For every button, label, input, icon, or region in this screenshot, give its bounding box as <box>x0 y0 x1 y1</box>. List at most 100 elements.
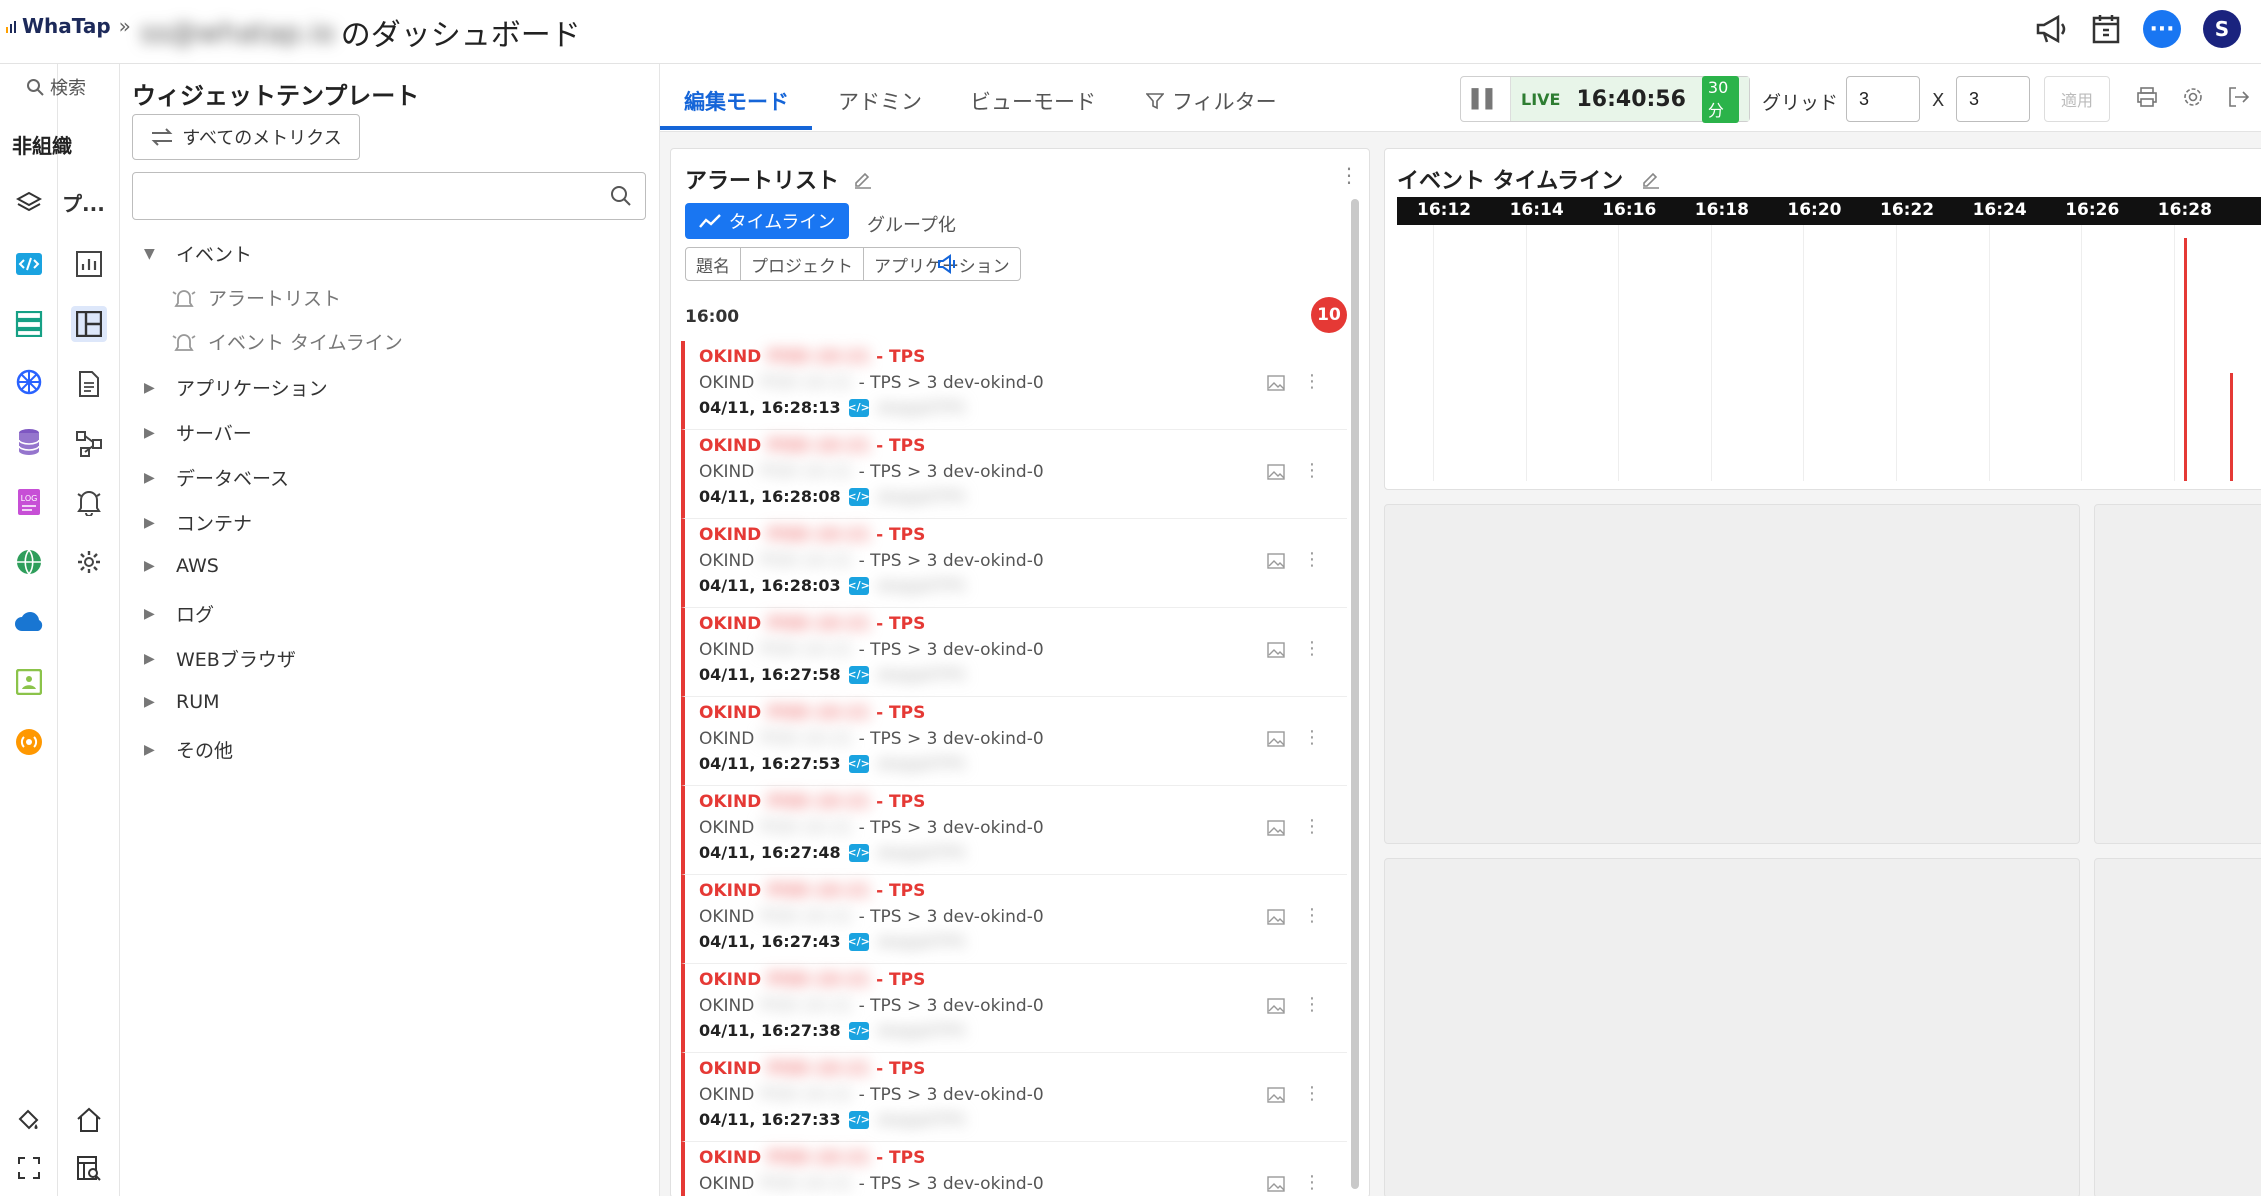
image-icon[interactable] <box>1267 1087 1285 1103</box>
image-icon[interactable] <box>1267 731 1285 747</box>
grid-cols-input[interactable] <box>1956 76 2030 122</box>
browser-monitor-icon[interactable] <box>11 664 47 700</box>
filter-title[interactable]: 題名 <box>686 248 741 280</box>
timeline-view-button[interactable]: タイムライン <box>685 203 849 239</box>
edit-pencil-icon[interactable] <box>853 169 873 189</box>
dashboard-layout-icon[interactable] <box>71 306 107 342</box>
empty-widget-slot[interactable] <box>1384 504 2080 844</box>
tree-item-aws[interactable]: ▶ AWS <box>144 555 219 577</box>
alert-item[interactable]: OKIND POD-10-21- TPS OKIND POD-10-21- TPS >… <box>681 875 1347 964</box>
tree-item-event-timeline[interactable]: イベント タイムライン <box>172 328 403 355</box>
user-avatar[interactable]: S <box>2203 10 2241 48</box>
alert-item[interactable]: OKIND POD-10-21- TPS OKIND POD-10-21- TPS >… <box>681 608 1347 697</box>
image-icon[interactable] <box>1267 909 1285 925</box>
log-icon[interactable]: LOG <box>11 484 47 520</box>
alert-item[interactable]: OKIND POD-10-21- TPS OKIND POD-10-21- TPS >… <box>681 1053 1347 1142</box>
chat-icon[interactable]: ··· <box>2143 10 2181 48</box>
alert-item[interactable]: OKIND POD-10-21- TPS OKIND POD-10-21- TPS >… <box>681 697 1347 786</box>
image-icon[interactable] <box>1267 375 1285 391</box>
chevron-double-right-icon[interactable]: » <box>119 14 131 38</box>
home-icon[interactable] <box>71 1102 107 1138</box>
empty-widget-slot[interactable] <box>1384 858 2080 1196</box>
project-selector[interactable]: プ... <box>16 188 105 217</box>
widget-menu-icon[interactable]: ⋮ <box>1339 163 1359 187</box>
apm-icon[interactable] <box>11 246 47 282</box>
image-icon[interactable] <box>1267 1176 1285 1192</box>
tree-item-alert-list[interactable]: アラートリスト <box>172 284 341 311</box>
alert-item-menu-icon[interactable]: ⋮ <box>1303 816 1321 837</box>
fullscreen-icon[interactable] <box>11 1150 47 1186</box>
alert-bell-icon[interactable] <box>71 484 107 520</box>
megaphone-icon[interactable] <box>2035 14 2069 44</box>
apply-button[interactable]: 適用 <box>2044 76 2110 122</box>
edit-pencil-icon[interactable] <box>1641 169 1661 189</box>
search-icon[interactable] <box>610 185 632 207</box>
whatap-logo[interactable]: WhaTap » <box>6 14 131 38</box>
calendar-icon[interactable] <box>2091 13 2121 45</box>
cloud-icon[interactable] <box>11 604 47 640</box>
grid-rows-input[interactable] <box>1846 76 1920 122</box>
kubernetes-icon[interactable] <box>11 364 47 400</box>
alert-item-menu-icon[interactable]: ⋮ <box>1303 994 1321 1015</box>
group-view-button[interactable]: グループ化 <box>867 211 956 237</box>
timeline-event-mark[interactable] <box>2183 237 2187 481</box>
server-icon[interactable] <box>11 306 47 342</box>
alert-item[interactable]: OKIND POD-10-21- TPS OKIND POD-10-21- TPS >… <box>681 519 1347 608</box>
alert-item-menu-icon[interactable]: ⋮ <box>1303 460 1321 481</box>
image-icon[interactable] <box>1267 642 1285 658</box>
alert-item[interactable]: OKIND POD-10-21- TPS OKIND POD-10-21- TPS >… <box>681 786 1347 875</box>
tree-item-other[interactable]: ▶ その他 <box>144 736 233 763</box>
template-search-input[interactable] <box>132 172 646 220</box>
paint-bucket-icon[interactable] <box>11 1102 47 1138</box>
alert-item-menu-icon[interactable]: ⋮ <box>1303 1172 1321 1193</box>
tab-view-mode[interactable]: ビューモード <box>970 86 1096 116</box>
tree-item-database[interactable]: ▶ データベース <box>144 464 289 491</box>
print-icon[interactable] <box>2136 86 2158 108</box>
alert-item-menu-icon[interactable]: ⋮ <box>1303 905 1321 926</box>
tree-item-log[interactable]: ▶ ログ <box>144 600 214 627</box>
report-icon[interactable] <box>71 366 107 402</box>
tree-item-server[interactable]: ▶ サーバー <box>144 419 252 446</box>
image-icon[interactable] <box>1267 998 1285 1014</box>
tree-item-event[interactable]: ▼ イベント <box>144 240 252 267</box>
tab-edit-mode[interactable]: 編集モード <box>684 86 789 116</box>
tree-item-rum[interactable]: ▶ RUM <box>144 691 220 713</box>
alert-item-menu-icon[interactable]: ⋮ <box>1303 1083 1321 1104</box>
alert-item-menu-icon[interactable]: ⋮ <box>1303 549 1321 570</box>
page-search-icon[interactable] <box>71 1150 107 1186</box>
sound-icon[interactable] <box>937 253 959 275</box>
settings-icon[interactable] <box>2182 86 2204 108</box>
alert-item[interactable]: OKIND POD-10-21- TPS OKIND POD-10-21- TPS >… <box>681 964 1347 1053</box>
empty-widget-slot[interactable] <box>2094 504 2261 844</box>
topology-icon[interactable] <box>71 426 107 462</box>
image-icon[interactable] <box>1267 553 1285 569</box>
alert-item-menu-icon[interactable]: ⋮ <box>1303 371 1321 392</box>
tree-item-web-browser[interactable]: ▶ WEBブラウザ <box>144 645 296 672</box>
globe-icon[interactable] <box>11 544 47 580</box>
image-icon[interactable] <box>1267 464 1285 480</box>
live-status[interactable]: LIVE 16:40:56 30分 <box>1511 75 1749 123</box>
image-icon[interactable] <box>1267 820 1285 836</box>
live-range-badge[interactable]: 30分 <box>1701 75 1739 123</box>
alert-item[interactable]: OKIND POD-10-21- TPS OKIND POD-10-21- TPS >… <box>681 341 1347 430</box>
pause-icon[interactable]: ▌▌ <box>1461 77 1511 121</box>
alert-item-menu-icon[interactable]: ⋮ <box>1303 727 1321 748</box>
chart-icon[interactable] <box>71 246 107 282</box>
exit-icon[interactable] <box>2228 86 2250 108</box>
nav-search[interactable]: 検索 <box>26 74 86 100</box>
organization-name[interactable]: 非組織 <box>12 130 72 159</box>
filter-project[interactable]: プロジェクト <box>741 248 864 280</box>
alert-item[interactable]: OKIND POD-10-21- TPS OKIND POD-10-21- TPS >… <box>681 1142 1347 1196</box>
empty-widget-slot[interactable] <box>2094 858 2261 1196</box>
all-metrics-button[interactable]: すべてのメトリクス <box>132 114 360 160</box>
alert-list-scrollbar[interactable] <box>1351 199 1359 1189</box>
timeline-event-mark[interactable] <box>2230 373 2234 481</box>
gear-icon[interactable] <box>71 544 107 580</box>
alert-item-menu-icon[interactable]: ⋮ <box>1303 638 1321 659</box>
tree-item-container[interactable]: ▶ コンテナ <box>144 509 252 536</box>
signal-icon[interactable] <box>11 724 47 760</box>
alert-item[interactable]: OKIND POD-10-21- TPS OKIND POD-10-21- TPS >… <box>681 430 1347 519</box>
tab-admin[interactable]: アドミン <box>838 86 922 116</box>
database-icon[interactable] <box>11 424 47 460</box>
tree-item-application[interactable]: ▶ アプリケーション <box>144 374 328 401</box>
